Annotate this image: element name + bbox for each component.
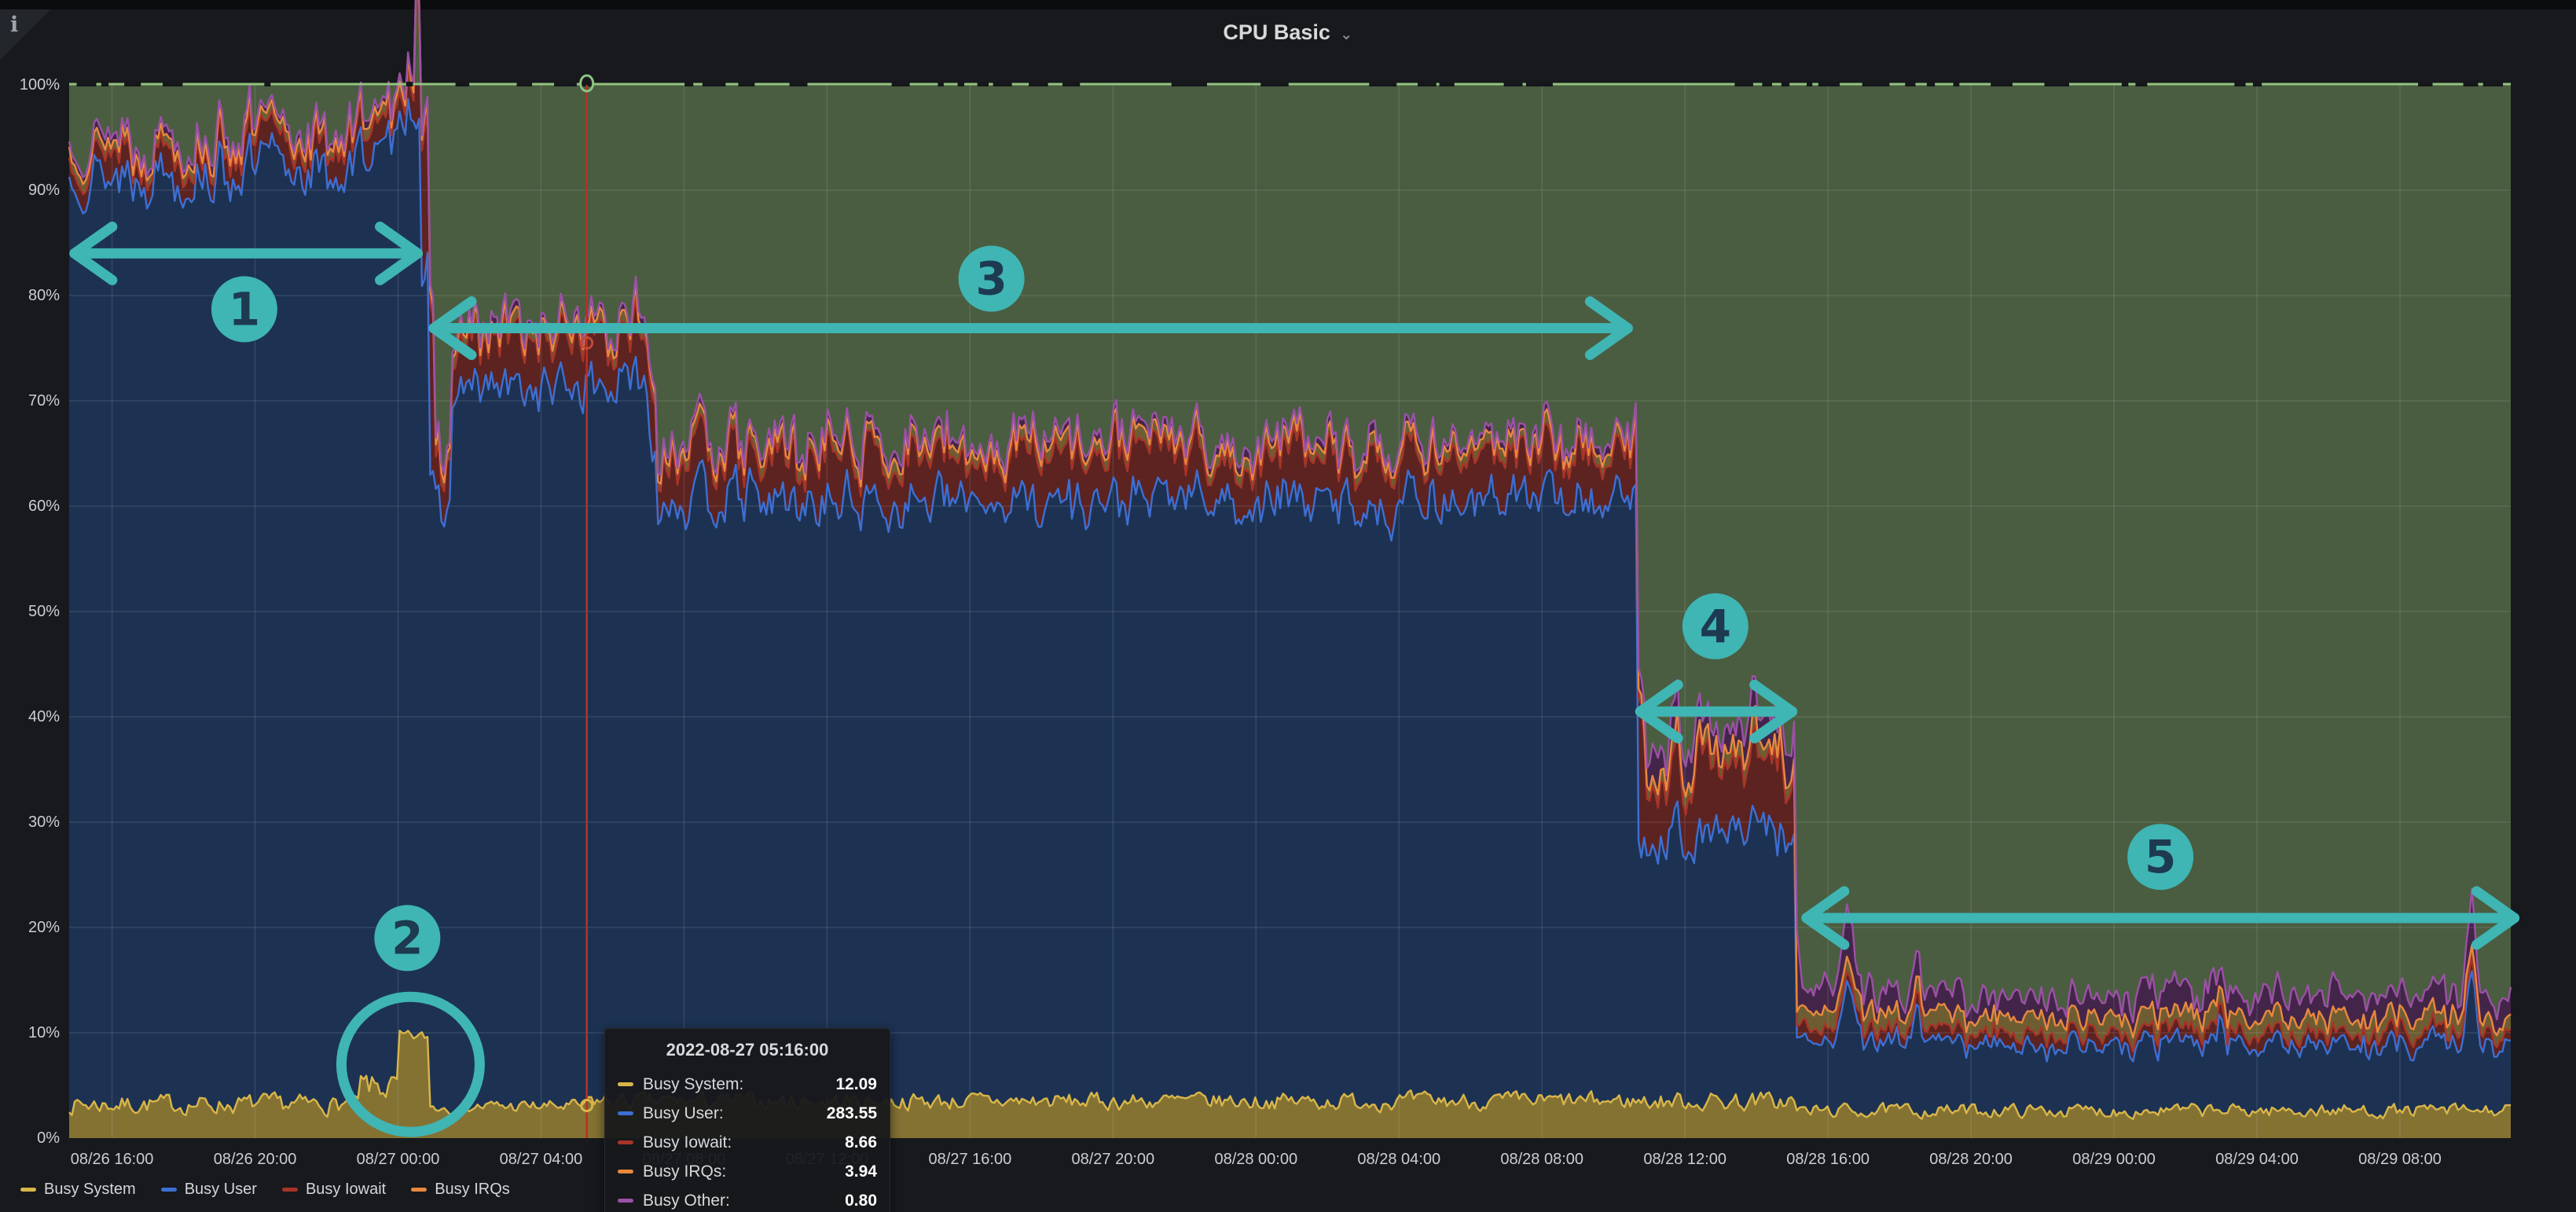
x-axis-label: 08/28 16:00 [1749, 1149, 1906, 1170]
x-axis-label: 08/28 20:00 [1892, 1149, 2049, 1170]
tooltip-series-value: 0.80 [845, 1192, 877, 1210]
legend: Busy System Busy User Busy Iowait Busy IRQs [20, 1181, 510, 1199]
svg-text:1: 1 [229, 282, 260, 336]
x-axis-label: 08/29 08:00 [2321, 1149, 2479, 1170]
tooltip-series-value: 12.09 [835, 1075, 877, 1094]
svg-text:5: 5 [2145, 830, 2176, 883]
svg-text:3: 3 [975, 252, 1007, 306]
legend-item-busy-iowait[interactable]: Busy Iowait [282, 1181, 386, 1199]
y-axis-label: 90% [0, 180, 60, 200]
tooltip-row: Busy Iowait: 8.66 [618, 1128, 877, 1157]
tooltip-swatch [618, 1199, 633, 1203]
tooltip-series-label: Busy Iowait: [643, 1133, 732, 1152]
tooltip-row: Busy Other: 0.80 [618, 1186, 877, 1212]
x-axis-label: 08/27 20:00 [1034, 1149, 1191, 1170]
legend-label: Busy User [185, 1181, 257, 1199]
legend-item-busy-irqs[interactable]: Busy IRQs [411, 1181, 510, 1199]
x-axis-label: 08/28 04:00 [1320, 1149, 1477, 1170]
x-axis-label: 08/27 16:00 [891, 1149, 1048, 1170]
tooltip-row: Busy IRQs: 3.94 [618, 1157, 877, 1186]
tooltip-series-value: 283.55 [827, 1104, 877, 1123]
x-axis-label: 08/28 08:00 [1463, 1149, 1620, 1170]
legend-swatch [411, 1188, 427, 1192]
legend-item-busy-system[interactable]: Busy System [20, 1181, 136, 1199]
x-axis-label: 08/29 04:00 [2178, 1149, 2336, 1170]
legend-item-busy-user[interactable]: Busy User [161, 1181, 257, 1199]
x-axis-label: 08/26 20:00 [177, 1149, 334, 1170]
y-axis-label: 40% [0, 707, 60, 727]
tooltip-series-label: Busy IRQs: [643, 1162, 726, 1181]
y-axis-label: 30% [0, 812, 60, 832]
tooltip-series-label: Busy System: [643, 1075, 743, 1094]
x-axis-label: 08/28 00:00 [1177, 1149, 1334, 1170]
legend-label: Busy IRQs [435, 1181, 510, 1199]
tooltip-row: Busy System: 12.09 [618, 1070, 877, 1099]
x-axis-label: 08/28 12:00 [1606, 1149, 1763, 1170]
tooltip-series-value: 8.66 [845, 1133, 877, 1152]
tooltip-series-label: Busy User: [643, 1104, 724, 1123]
x-axis-label: 08/27 04:00 [462, 1149, 619, 1170]
svg-text:4: 4 [1700, 600, 1731, 653]
cpu-basic-panel: CPU Basic⌄ i 13452 0%10%20%30%40%50%60%7… [0, 0, 2576, 1212]
tooltip: 2022-08-27 05:16:00 Busy System:12.09Bus… [604, 1028, 890, 1212]
y-axis-label: 10% [0, 1023, 60, 1043]
tooltip-timestamp: 2022-08-27 05:16:00 [618, 1040, 877, 1060]
y-axis-label: 80% [0, 285, 60, 306]
legend-swatch [282, 1188, 298, 1192]
y-axis-label: 60% [0, 496, 60, 516]
y-axis-label: 0% [0, 1128, 60, 1148]
x-axis-label: 08/29 00:00 [2035, 1149, 2193, 1170]
cpu-chart[interactable]: 1 3 4 5 2 [0, 0, 2576, 1212]
y-axis-label: 50% [0, 601, 60, 622]
screenshot: CPU Basic⌄ i 13452 0%10%20%30%40%50%60%7… [0, 0, 2576, 1212]
y-axis-label: 20% [0, 917, 60, 938]
y-axis-label: 100% [0, 75, 60, 95]
tooltip-swatch [618, 1140, 633, 1144]
tooltip-row: Busy User: 283.55 [618, 1099, 877, 1128]
tooltip-series-label: Busy Other: [643, 1192, 730, 1210]
legend-label: Busy Iowait [306, 1181, 386, 1199]
legend-swatch [161, 1188, 177, 1192]
tooltip-series-value: 3.94 [845, 1162, 877, 1181]
tooltip-swatch [618, 1082, 633, 1086]
tooltip-swatch [618, 1170, 633, 1173]
y-axis-label: 70% [0, 391, 60, 411]
tooltip-swatch [618, 1111, 633, 1115]
x-axis-label: 08/27 00:00 [320, 1149, 477, 1170]
x-axis-label: 08/26 16:00 [34, 1149, 191, 1170]
series-fills [69, 0, 2511, 1138]
legend-swatch [20, 1188, 36, 1192]
legend-label: Busy System [44, 1181, 136, 1199]
svg-text:2: 2 [391, 911, 423, 964]
